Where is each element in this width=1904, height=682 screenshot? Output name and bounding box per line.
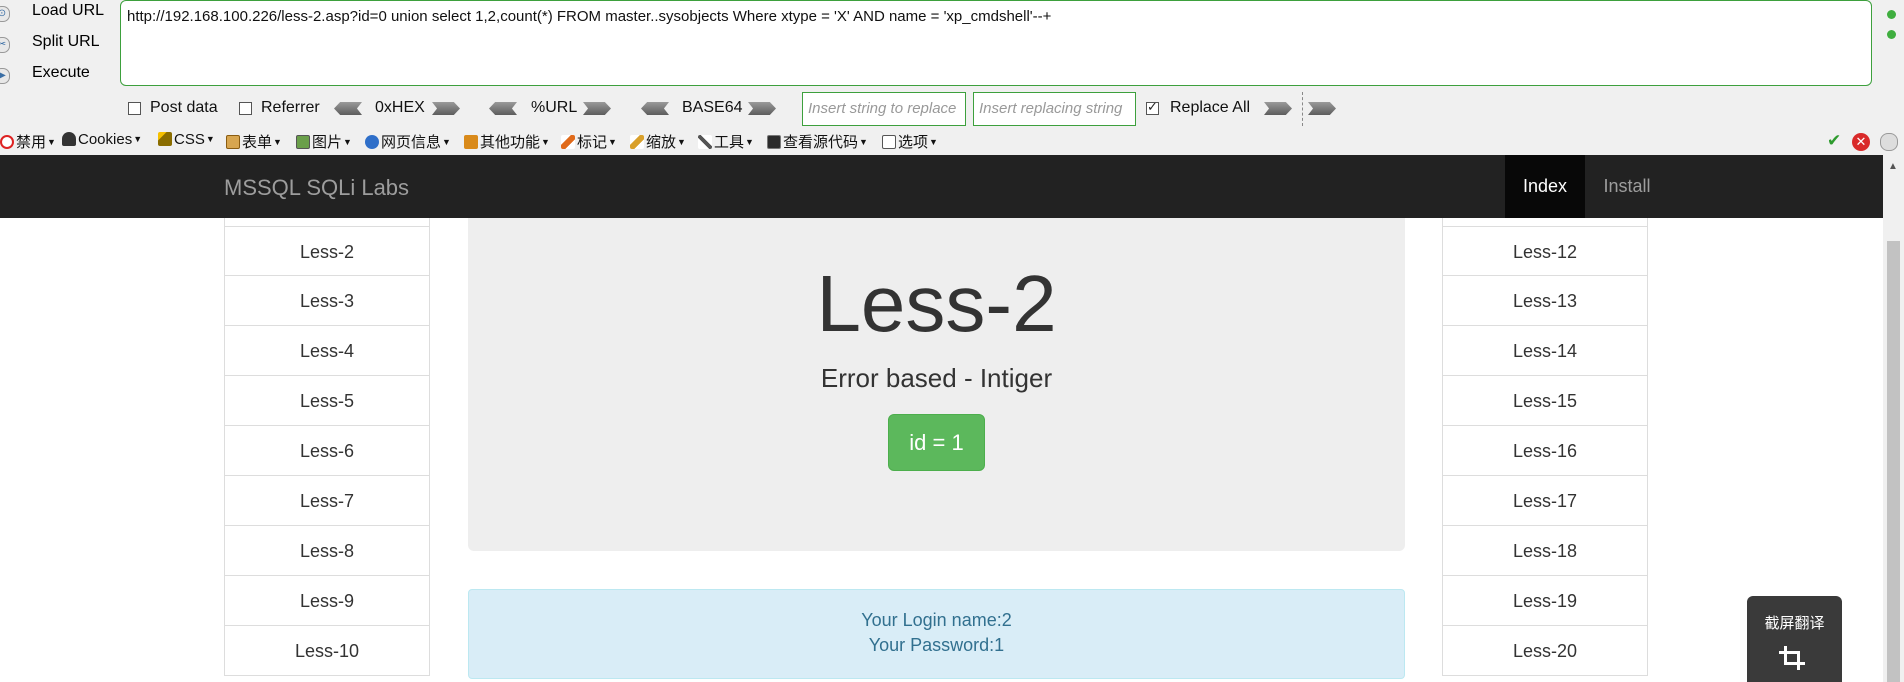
tools-icon bbox=[698, 135, 712, 149]
nav-index-link[interactable]: Index bbox=[1505, 155, 1585, 218]
lesson-link[interactable]: Less-5 bbox=[224, 376, 430, 426]
page-scrollbar[interactable]: ▲ bbox=[1883, 155, 1904, 682]
lesson-link[interactable]: Less-16 bbox=[1442, 426, 1648, 476]
post-data-label: Post data bbox=[150, 99, 218, 116]
info-icon bbox=[365, 135, 379, 149]
wd-cookies-menu[interactable]: Cookies▼ bbox=[62, 131, 142, 148]
password-text: Your Password:1 bbox=[868, 635, 1005, 655]
url-decode-arrow-icon[interactable] bbox=[489, 102, 517, 115]
disable-icon bbox=[0, 135, 14, 149]
replacing-string-input[interactable]: Insert replacing string bbox=[973, 92, 1136, 126]
left-lesson-list: Less-2 Less-3 Less-4 Less-5 Less-6 Less-… bbox=[224, 226, 430, 676]
wd-disable-menu[interactable]: 禁用▼ bbox=[0, 131, 56, 152]
wd-css-menu[interactable]: CSS▼ bbox=[158, 131, 215, 148]
hex-label: 0xHEX bbox=[375, 99, 425, 116]
misc-book-icon bbox=[464, 135, 478, 149]
referrer-checkbox[interactable] bbox=[239, 102, 252, 115]
pencil-icon bbox=[561, 135, 575, 149]
web-developer-toolbar: 禁用▼ Cookies▼ CSS▼ 表单▼ 图片▼ 网页信息▼ 其他功能▼ 标记… bbox=[0, 128, 1904, 154]
scroll-up-indicator[interactable] bbox=[1887, 10, 1896, 19]
wd-outline-menu[interactable]: 标记▼ bbox=[561, 131, 617, 152]
replace-all-checkbox[interactable] bbox=[1146, 99, 1159, 115]
base64-decode-arrow-icon[interactable] bbox=[641, 102, 669, 115]
login-name-text: Your Login name:2 bbox=[861, 610, 1012, 630]
lesson-link[interactable]: Less-3 bbox=[224, 276, 430, 326]
url-enc-label: %URL bbox=[531, 99, 578, 116]
page-title: Less-2 bbox=[816, 259, 1057, 348]
lesson-link[interactable]: Less-9 bbox=[224, 576, 430, 626]
lesson-link[interactable]: Less-13 bbox=[1442, 276, 1648, 326]
lesson-link[interactable]: Less-17 bbox=[1442, 476, 1648, 526]
lesson-link[interactable]: Less-20 bbox=[1442, 626, 1648, 676]
lesson-link[interactable]: Less-7 bbox=[224, 476, 430, 526]
hex-encode-arrow-icon[interactable] bbox=[432, 102, 460, 115]
id-button[interactable]: id = 1 bbox=[888, 414, 985, 471]
referrer-label: Referrer bbox=[261, 99, 320, 116]
replace-all-label: Replace All bbox=[1170, 99, 1251, 116]
url-textarea[interactable]: http://192.168.100.226/less-2.asp?id=0 u… bbox=[120, 0, 1872, 86]
wd-misc-menu[interactable]: 其他功能▼ bbox=[464, 131, 550, 152]
lesson-link[interactable]: Less-2 bbox=[224, 226, 430, 276]
lesson-link[interactable]: Less-8 bbox=[224, 526, 430, 576]
navbar: MSSQL SQLi Labs Index Install bbox=[0, 155, 1883, 218]
replace-arrow-icon[interactable] bbox=[1264, 102, 1292, 115]
right-lesson-list: Less-12 Less-13 Less-14 Less-15 Less-16 … bbox=[1442, 226, 1648, 676]
lesson-link[interactable]: Less-15 bbox=[1442, 376, 1648, 426]
base64-encode-arrow-icon[interactable] bbox=[748, 102, 776, 115]
execute-icon: ▶ bbox=[0, 68, 10, 84]
scroll-up-arrow-icon[interactable]: ▲ bbox=[1888, 161, 1898, 172]
wd-images-menu[interactable]: 图片▼ bbox=[296, 131, 352, 152]
form-icon bbox=[226, 135, 240, 149]
cookie-user-icon bbox=[62, 132, 76, 146]
replace-next-arrow-icon[interactable] bbox=[1308, 102, 1336, 115]
hackbar-options-row: Post data Referrer 0xHEX %URL BASE64 Ins… bbox=[0, 92, 1904, 126]
wd-information-menu[interactable]: 网页信息▼ bbox=[365, 131, 451, 152]
brand-link[interactable]: MSSQL SQLi Labs bbox=[224, 175, 409, 201]
url-encode-arrow-icon[interactable] bbox=[583, 102, 611, 115]
nav-install-link[interactable]: Install bbox=[1587, 155, 1667, 218]
lesson-link[interactable]: Less-19 bbox=[1442, 576, 1648, 626]
split-url-icon: ✂ bbox=[0, 37, 10, 53]
lesson-link[interactable]: Less-18 bbox=[1442, 526, 1648, 576]
options-icon bbox=[882, 135, 896, 149]
error-icon[interactable]: ✕ bbox=[1852, 133, 1870, 151]
screenshot-translate-button[interactable]: 截屏翻译 bbox=[1747, 596, 1842, 682]
image-icon bbox=[296, 135, 310, 149]
translate-label: 截屏翻译 bbox=[1764, 615, 1825, 632]
divider bbox=[1302, 92, 1303, 126]
wd-options-menu[interactable]: 选项▼ bbox=[882, 131, 938, 152]
lesson-jumbotron: Less-2 Error based - Intiger id = 1 bbox=[468, 218, 1405, 551]
status-circle-icon[interactable] bbox=[1880, 133, 1898, 151]
lesson-link[interactable]: Less-4 bbox=[224, 326, 430, 376]
terminal-icon bbox=[767, 135, 781, 149]
wd-forms-menu[interactable]: 表单▼ bbox=[226, 131, 282, 152]
page-subtitle: Error based - Intiger bbox=[820, 363, 1053, 393]
css-wand-icon bbox=[158, 132, 172, 146]
wd-resize-menu[interactable]: 缩放▼ bbox=[630, 131, 686, 152]
ruler-icon bbox=[630, 135, 644, 149]
lesson-link[interactable]: Less-6 bbox=[224, 426, 430, 476]
lesson-link[interactable]: Less-10 bbox=[224, 626, 430, 676]
wd-tools-menu[interactable]: 工具▼ bbox=[698, 131, 754, 152]
insert-string-input[interactable]: Insert string to replace bbox=[802, 92, 966, 126]
lesson-link[interactable]: Less-12 bbox=[1442, 226, 1648, 276]
lesson-link[interactable]: Less-14 bbox=[1442, 326, 1648, 376]
base64-label: BASE64 bbox=[682, 99, 743, 116]
wd-view-source-menu[interactable]: 查看源代码▼ bbox=[767, 131, 868, 152]
result-alert: Your Login name:2 Your Password:1 bbox=[468, 589, 1405, 679]
hex-decode-arrow-icon[interactable] bbox=[334, 102, 362, 115]
load-url-icon: ⊙ bbox=[0, 6, 10, 22]
check-icon[interactable]: ✔ bbox=[1827, 131, 1841, 151]
scrollbar-thumb[interactable] bbox=[1887, 241, 1900, 682]
post-data-checkbox[interactable] bbox=[128, 102, 141, 115]
scroll-down-indicator[interactable] bbox=[1887, 30, 1896, 39]
